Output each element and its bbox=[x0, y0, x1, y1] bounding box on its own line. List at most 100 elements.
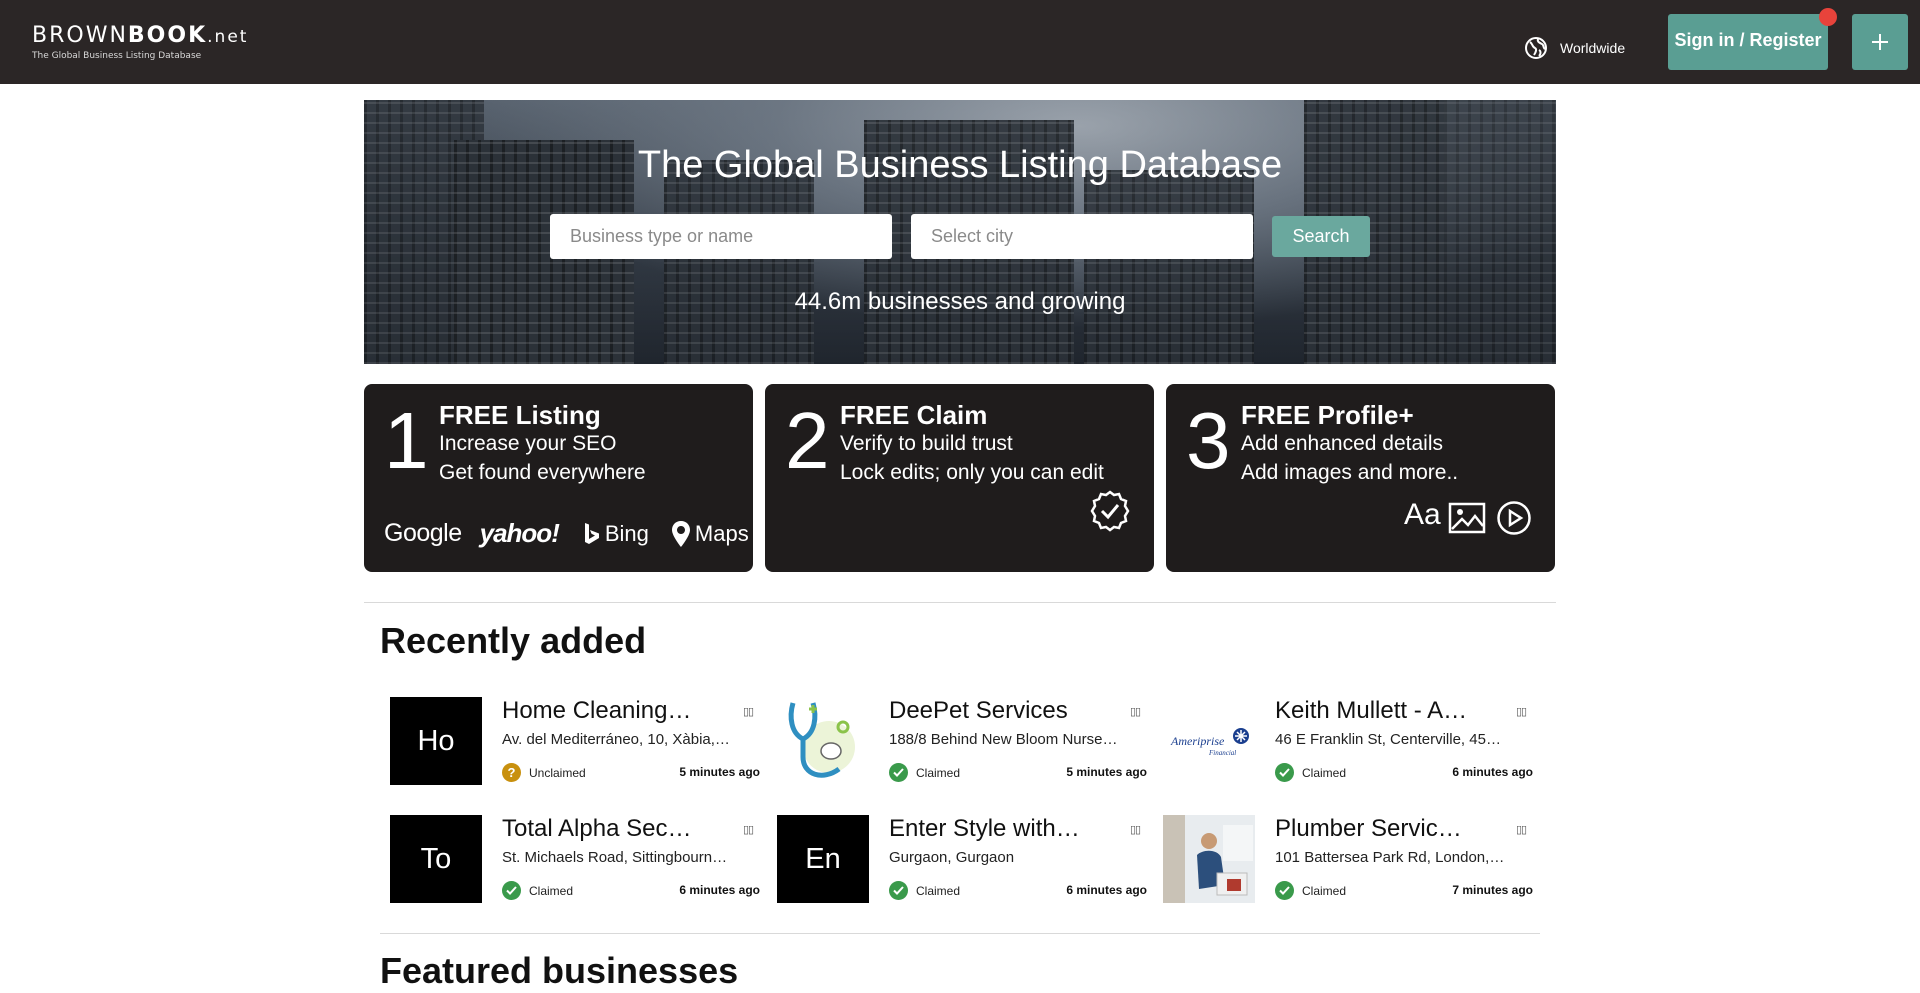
plus-icon bbox=[1872, 34, 1888, 50]
region-selector[interactable]: Worldwide bbox=[1524, 36, 1625, 60]
business-card[interactable]: DeePet Services ▯▯ 188/8 Behind New Bloo… bbox=[777, 697, 1147, 787]
feature-line: Get found everywhere bbox=[439, 461, 646, 484]
feature-number: 1 bbox=[384, 396, 429, 485]
business-name[interactable]: Enter Style with DLF Floors bbox=[889, 815, 1085, 843]
business-address: 46 E Franklin St, Centerville, 45459 bbox=[1275, 731, 1505, 748]
business-card[interactable]: To Total Alpha Security ▯▯ St. Michaels … bbox=[390, 815, 760, 905]
building-backdrop bbox=[1444, 100, 1556, 364]
country-flag-icon: ▯▯ bbox=[1130, 706, 1141, 718]
business-thumbnail: Ho bbox=[390, 697, 482, 785]
svg-text:Financial: Financial bbox=[1208, 749, 1236, 757]
region-label: Worldwide bbox=[1560, 40, 1626, 56]
business-name[interactable]: Keith Mullett - Ameriprise bbox=[1275, 697, 1471, 725]
feature-free-profile-plus[interactable]: 3 FREE Profile+ Add enhanced details Add… bbox=[1166, 384, 1555, 572]
feature-line: Add enhanced details bbox=[1241, 432, 1443, 455]
business-name[interactable]: DeePet Services bbox=[889, 697, 1085, 725]
feature-line: Add images and more.. bbox=[1241, 461, 1459, 484]
added-time: 6 minutes ago bbox=[679, 883, 760, 897]
search-engine-logos: Google yahoo! Bing Maps bbox=[384, 518, 749, 549]
section-divider bbox=[364, 602, 1556, 603]
building-backdrop bbox=[664, 160, 814, 364]
business-address: Gurgaon, Gurgaon bbox=[889, 849, 1015, 866]
text-details-icon: Aa bbox=[1404, 498, 1441, 531]
bing-logo: Bing bbox=[583, 521, 649, 547]
feature-title: FREE Listing bbox=[439, 400, 601, 430]
maps-logo: Maps bbox=[671, 520, 749, 548]
recently-added-heading: Recently added bbox=[380, 620, 647, 661]
map-pin-icon bbox=[671, 520, 690, 547]
claim-status: Claimed bbox=[1275, 763, 1346, 782]
business-card[interactable]: En Enter Style with DLF Floors ▯▯ Gurgao… bbox=[777, 815, 1147, 905]
video-play-icon bbox=[1497, 501, 1531, 535]
claim-status: ? Unclaimed bbox=[502, 763, 586, 782]
added-time: 6 minutes ago bbox=[1066, 883, 1147, 897]
business-thumbnail bbox=[1163, 815, 1255, 903]
country-flag-icon: ▯▯ bbox=[743, 706, 754, 718]
feature-free-claim[interactable]: 2 FREE Claim Verify to build trust Lock … bbox=[765, 384, 1154, 572]
business-name[interactable]: Total Alpha Security bbox=[502, 815, 698, 843]
added-time: 6 minutes ago bbox=[1452, 765, 1533, 779]
featured-businesses-heading: Featured businesses bbox=[380, 950, 739, 991]
yahoo-logo: yahoo! bbox=[479, 518, 560, 548]
check-icon bbox=[1275, 881, 1294, 900]
check-icon bbox=[1275, 763, 1294, 782]
bing-icon bbox=[584, 522, 599, 544]
notification-badge bbox=[1819, 8, 1837, 26]
business-address: St. Michaels Road, Sittingbourne, Kent bbox=[502, 849, 732, 866]
feature-line: Lock edits; only you can edit bbox=[840, 461, 1104, 484]
hero-title: The Global Business Listing Database bbox=[637, 144, 1283, 186]
added-time: 7 minutes ago bbox=[1452, 883, 1533, 897]
check-icon bbox=[502, 881, 521, 900]
stethoscope-pet-logo-icon bbox=[788, 702, 855, 778]
business-card[interactable]: Ameriprise Financial Keith Mullett - Ame… bbox=[1163, 697, 1533, 787]
business-address: Av. del Mediterráneo, 10, Xàbia, Alicant… bbox=[502, 731, 732, 748]
logo-wordmark: BROWNBOOK.net bbox=[32, 23, 249, 48]
business-name[interactable]: Home Cleaning Services Javea bbox=[502, 697, 698, 725]
country-flag-icon: ▯▯ bbox=[743, 824, 754, 836]
country-flag-icon: ▯▯ bbox=[1516, 824, 1527, 836]
business-card[interactable]: Ho Home Cleaning Services Javea ▯▯ Av. d… bbox=[390, 697, 760, 787]
claim-status: Claimed bbox=[502, 881, 573, 900]
business-thumbnail: Ameriprise Financial bbox=[1163, 697, 1255, 785]
image-icon bbox=[1448, 502, 1486, 534]
verified-badge-icon bbox=[1090, 490, 1130, 532]
added-time: 5 minutes ago bbox=[1066, 765, 1147, 779]
claim-status: Claimed bbox=[889, 881, 960, 900]
feature-free-listing[interactable]: 1 FREE Listing Increase your SEO Get fou… bbox=[364, 384, 753, 572]
search-button[interactable]: Search bbox=[1272, 216, 1370, 257]
svg-text:Ameriprise: Ameriprise bbox=[1170, 734, 1225, 748]
top-navbar: BROWNBOOK.net The Global Business Listin… bbox=[0, 0, 1920, 84]
section-divider bbox=[380, 933, 1540, 934]
feature-line: Verify to build trust bbox=[840, 432, 1013, 455]
business-name[interactable]: Plumber Services in Battersea bbox=[1275, 815, 1471, 843]
city-select-input[interactable] bbox=[911, 214, 1253, 259]
feature-title: FREE Claim bbox=[840, 400, 988, 430]
country-flag-icon: ▯▯ bbox=[1130, 824, 1141, 836]
check-icon bbox=[889, 881, 908, 900]
business-search-input[interactable] bbox=[550, 214, 892, 259]
feature-title: FREE Profile+ bbox=[1241, 400, 1414, 430]
google-logo: Google bbox=[384, 519, 462, 547]
check-icon bbox=[889, 763, 908, 782]
business-thumbnail bbox=[777, 697, 869, 785]
add-listing-button[interactable] bbox=[1852, 14, 1908, 70]
business-card[interactable]: Plumber Services in Battersea ▯▯ 101 Bat… bbox=[1163, 815, 1533, 905]
logo-tagline: The Global Business Listing Database bbox=[32, 51, 202, 61]
feature-number: 3 bbox=[1186, 396, 1231, 485]
sign-in-register-button[interactable]: Sign in / Register bbox=[1668, 14, 1828, 70]
business-thumbnail: En bbox=[777, 815, 869, 903]
business-address: 101 Battersea Park Rd, London, SW8 4DS bbox=[1275, 849, 1505, 866]
business-address: 188/8 Behind New Bloom Nursery, Bangalor… bbox=[889, 731, 1119, 748]
feature-number: 2 bbox=[785, 396, 830, 485]
globe-icon bbox=[1525, 37, 1547, 59]
added-time: 5 minutes ago bbox=[679, 765, 760, 779]
claim-status: Claimed bbox=[889, 763, 960, 782]
claim-status: Claimed bbox=[1275, 881, 1346, 900]
ameriprise-logo-icon: Ameriprise Financial bbox=[1170, 728, 1249, 757]
building-backdrop bbox=[1084, 170, 1254, 364]
country-flag-icon: ▯▯ bbox=[1516, 706, 1527, 718]
feature-line: Increase your SEO bbox=[439, 432, 617, 455]
brownbook-logo[interactable]: BROWNBOOK.net The Global Business Listin… bbox=[32, 23, 249, 62]
plumber-photo-icon bbox=[1163, 815, 1255, 903]
business-count: 44.6m businesses and growing bbox=[794, 288, 1126, 315]
